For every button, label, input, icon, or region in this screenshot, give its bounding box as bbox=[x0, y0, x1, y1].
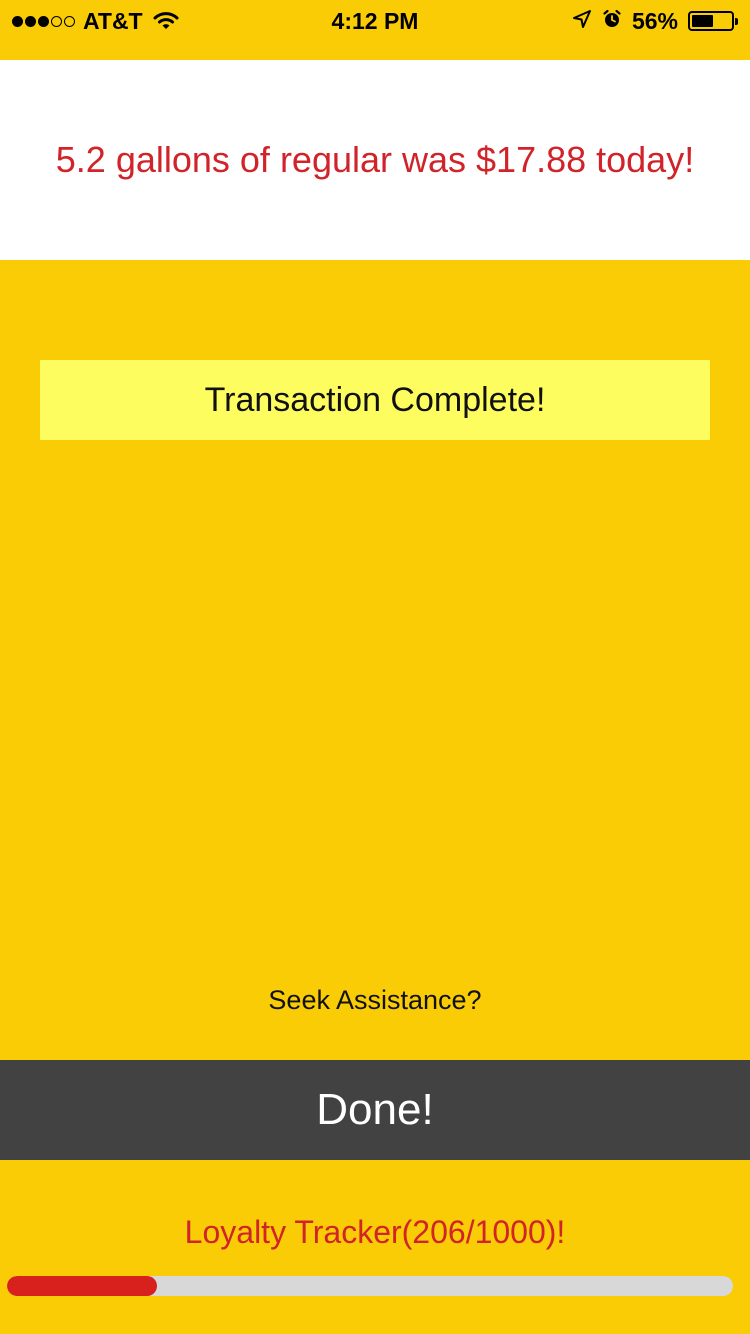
status-right: 56% bbox=[572, 8, 738, 34]
loyalty-progress-fill bbox=[7, 1276, 157, 1296]
battery-nub bbox=[735, 18, 738, 25]
seek-assistance-link[interactable]: Seek Assistance? bbox=[0, 980, 750, 1020]
battery-icon bbox=[688, 11, 738, 31]
done-button[interactable]: Done! bbox=[0, 1060, 750, 1160]
status-bar: AT&T 4:12 PM 56% bbox=[0, 0, 750, 60]
loyalty-tracker-label: Loyalty Tracker(206/1000)! bbox=[184, 1214, 566, 1250]
loyalty-progress-bar bbox=[7, 1276, 733, 1296]
price-banner: 5.2 gallons of regular was $17.88 today! bbox=[0, 60, 750, 260]
battery-level bbox=[692, 15, 713, 27]
purchase-summary: 5.2 gallons of regular was $17.88 today! bbox=[55, 139, 695, 180]
location-arrow-icon bbox=[572, 8, 592, 35]
transaction-status-text: Transaction Complete! bbox=[204, 380, 546, 419]
alarm-clock-icon bbox=[602, 8, 622, 35]
transaction-status-box: Transaction Complete! bbox=[40, 360, 710, 440]
battery-percent: 56% bbox=[631, 7, 678, 34]
